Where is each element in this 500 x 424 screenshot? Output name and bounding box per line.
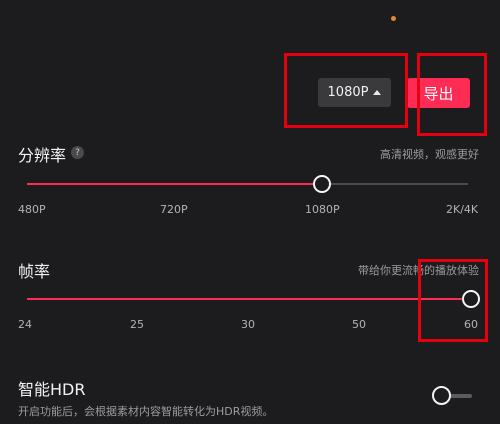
framerate-title: 帧率 xyxy=(18,262,51,281)
resolution-title: 分辨率 xyxy=(18,146,67,165)
framerate-slider-fill xyxy=(27,298,471,300)
resolution-tick-480p: 480P xyxy=(18,203,46,216)
help-icon[interactable]: ? xyxy=(71,146,84,159)
resolution-slider-fill xyxy=(27,183,321,185)
resolution-tick-2k4k: 2K/4K xyxy=(446,203,479,216)
framerate-tick-50: 50 xyxy=(352,318,366,331)
highlight-box-resolution xyxy=(284,53,408,128)
status-dot xyxy=(391,16,396,21)
hdr-title: 智能HDR xyxy=(18,380,86,399)
resolution-slider-knob[interactable] xyxy=(313,175,331,193)
highlight-box-framerate-60 xyxy=(418,259,488,342)
highlight-box-export xyxy=(417,53,487,136)
framerate-tick-24: 24 xyxy=(18,318,32,331)
framerate-tick-25: 25 xyxy=(130,318,144,331)
resolution-hint: 高清视频，观感更好 xyxy=(380,148,479,161)
resolution-tick-1080p: 1080P xyxy=(305,203,340,216)
hdr-toggle-knob[interactable] xyxy=(432,386,451,405)
hdr-description: 开启功能后，会根据素材内容智能转化为HDR视频。 xyxy=(18,405,274,418)
framerate-tick-30: 30 xyxy=(241,318,255,331)
resolution-tick-720p: 720P xyxy=(160,203,188,216)
